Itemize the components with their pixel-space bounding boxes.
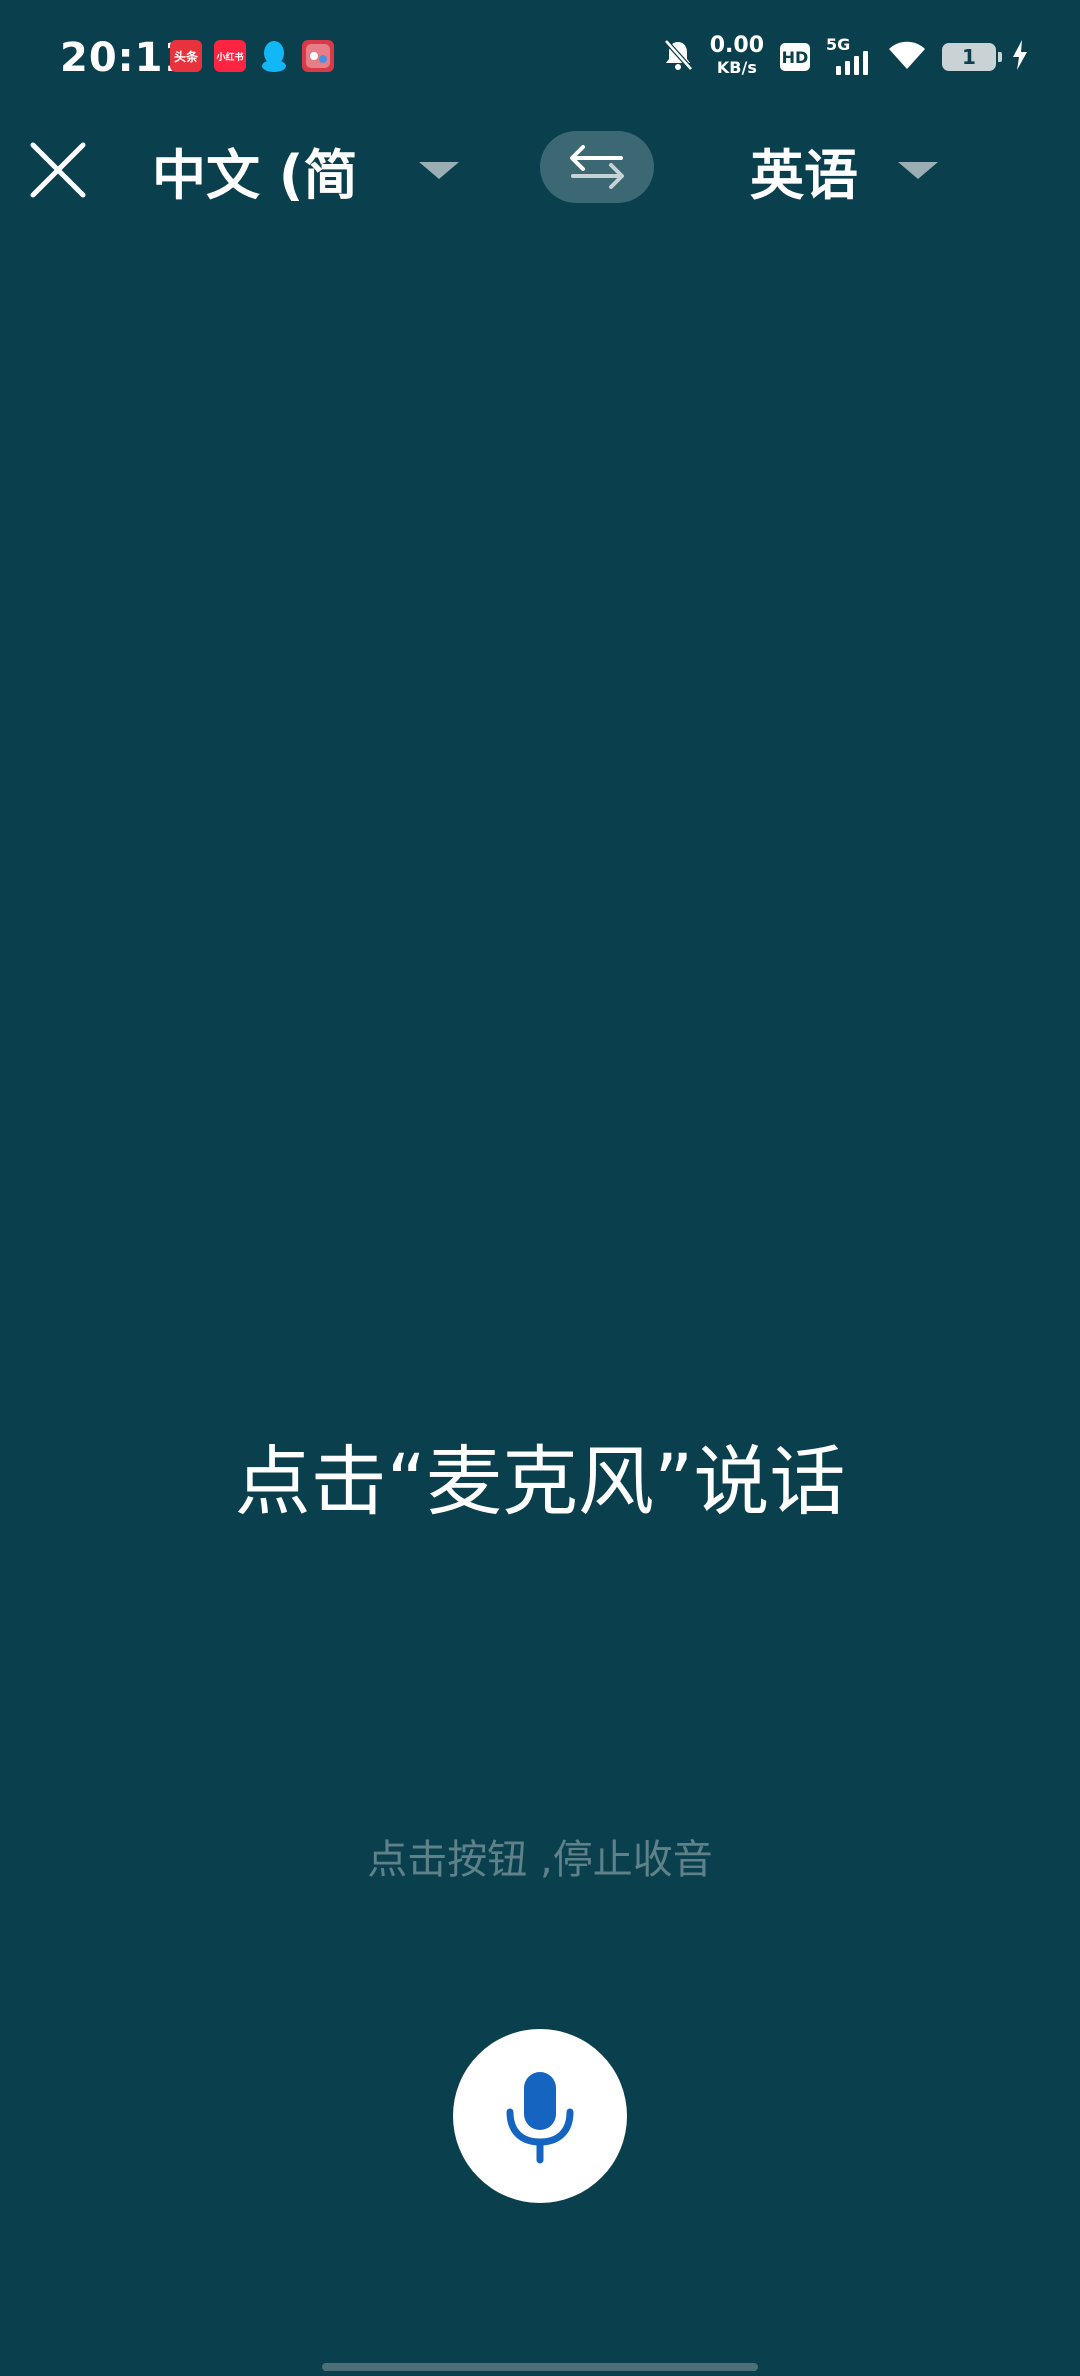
network-speed-unit: KB/s [716, 58, 757, 77]
chevron-down-icon [898, 161, 938, 179]
microphone-icon [506, 2072, 574, 2164]
charging-icon [1012, 40, 1028, 74]
battery-icon: 1 [942, 43, 1002, 71]
game-app-icon [302, 40, 334, 72]
qq-penguin-icon [258, 40, 290, 72]
target-language-label: 英语 [750, 143, 858, 207]
chevron-down-icon [419, 161, 460, 179]
network-speed: 0.00 KB/s [710, 35, 764, 79]
target-language-selector[interactable]: 英语 [750, 120, 938, 220]
home-indicator[interactable] [322, 2363, 758, 2371]
microphone-button[interactable] [453, 2029, 627, 2203]
voice-translation-screen: 20:11 头条 小红书 0.00 KB/s HD 5G 1 中文 (简 英语 … [0, 0, 1080, 2376]
speak-prompt: 点击“麦克风”说话 [234, 1437, 846, 1526]
source-language-label: 中文 (简 [152, 143, 358, 207]
status-bar: 20:11 头条 小红书 0.00 KB/s HD 5G 1 [0, 0, 1080, 110]
battery-level: 1 [962, 45, 976, 69]
cellular-signal-icon: 5G [826, 35, 872, 75]
xiaohongshu-app-icon: 小红书 [214, 40, 246, 72]
wifi-icon [888, 40, 926, 74]
stop-recording-hint: 点击按钮 ,停止收音 [367, 1837, 713, 1883]
network-speed-value: 0.00 [709, 33, 764, 58]
swap-arrows-icon [570, 145, 624, 189]
hd-icon: HD [780, 43, 810, 71]
close-button[interactable] [28, 140, 88, 200]
language-toolbar: 中文 (简 英语 [0, 120, 1080, 220]
swap-languages-button[interactable] [540, 131, 654, 203]
notification-icons: 头条 小红书 [170, 40, 334, 72]
system-icons: 0.00 KB/s HD 5G 1 [662, 32, 1028, 82]
toutiao-app-icon: 头条 [170, 40, 202, 72]
source-language-selector[interactable]: 中文 (简 [152, 120, 460, 220]
close-icon [30, 142, 86, 198]
bell-off-icon [662, 38, 694, 76]
